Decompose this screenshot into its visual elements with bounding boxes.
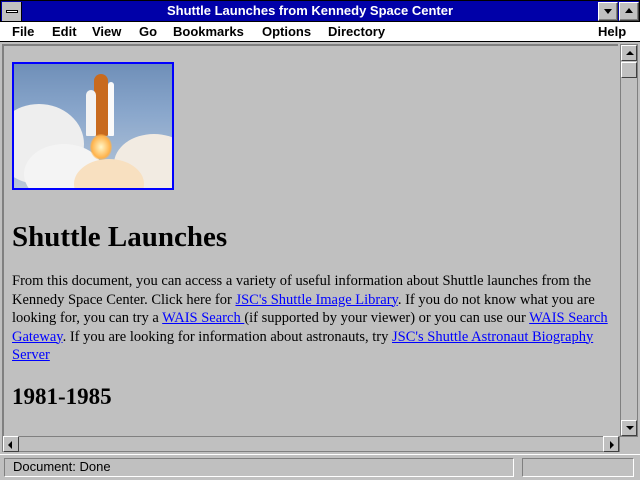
document-view: Shuttle Launches From this document, you…: [2, 44, 618, 436]
section-heading: 1981-1985: [12, 383, 112, 409]
arrow-right-icon: [610, 441, 614, 449]
status-bar: Document: Done: [0, 454, 640, 480]
menu-edit[interactable]: Edit: [52, 24, 77, 39]
arrow-left-icon: [8, 441, 12, 449]
progress-indicator: [522, 458, 634, 477]
scroll-up-button[interactable]: [621, 45, 637, 61]
scrollbar-corner: [620, 437, 638, 453]
menu-view[interactable]: View: [92, 24, 121, 39]
page-heading: Shuttle Launches: [12, 221, 228, 253]
minimize-icon: [604, 9, 612, 14]
minimize-button[interactable]: [598, 2, 618, 21]
horizontal-scrollbar[interactable]: [2, 436, 620, 452]
menu-file[interactable]: File: [12, 24, 34, 39]
status-text: Document: Done: [4, 458, 514, 477]
window-title: Shuttle Launches from Kennedy Space Cent…: [166, 3, 454, 18]
intro-paragraph: From this document, you can access a var…: [12, 272, 608, 365]
vertical-scroll-thumb[interactable]: [621, 62, 637, 78]
scroll-right-button[interactable]: [603, 436, 619, 452]
maximize-icon: [625, 8, 633, 13]
arrow-down-icon: [626, 426, 634, 430]
menu-go[interactable]: Go: [139, 24, 157, 39]
arrow-up-icon: [626, 51, 634, 55]
scroll-down-button[interactable]: [621, 420, 637, 436]
system-menu-icon[interactable]: [2, 2, 22, 21]
title-bar: Shuttle Launches from Kennedy Space Cent…: [0, 0, 640, 22]
menu-options[interactable]: Options: [262, 24, 311, 39]
vertical-scrollbar[interactable]: [620, 44, 638, 437]
intro-text-4: . If you are looking for information abo…: [62, 328, 392, 345]
shuttle-launch-image: [12, 62, 174, 190]
link-wais-search[interactable]: WAIS Search: [162, 310, 244, 326]
document-content: Shuttle Launches From this document, you…: [12, 62, 608, 411]
maximize-button[interactable]: [619, 2, 639, 21]
menu-directory[interactable]: Directory: [328, 24, 385, 39]
menu-bar: File Edit View Go Bookmarks Options Dire…: [0, 22, 640, 42]
intro-text-3: (if supported by your viewer) or you can…: [244, 310, 530, 326]
scroll-left-button[interactable]: [3, 436, 19, 452]
menu-help[interactable]: Help: [598, 24, 626, 39]
menu-bookmarks[interactable]: Bookmarks: [173, 24, 244, 39]
link-shuttle-image-library[interactable]: JSC's Shuttle Image Library: [235, 292, 397, 308]
